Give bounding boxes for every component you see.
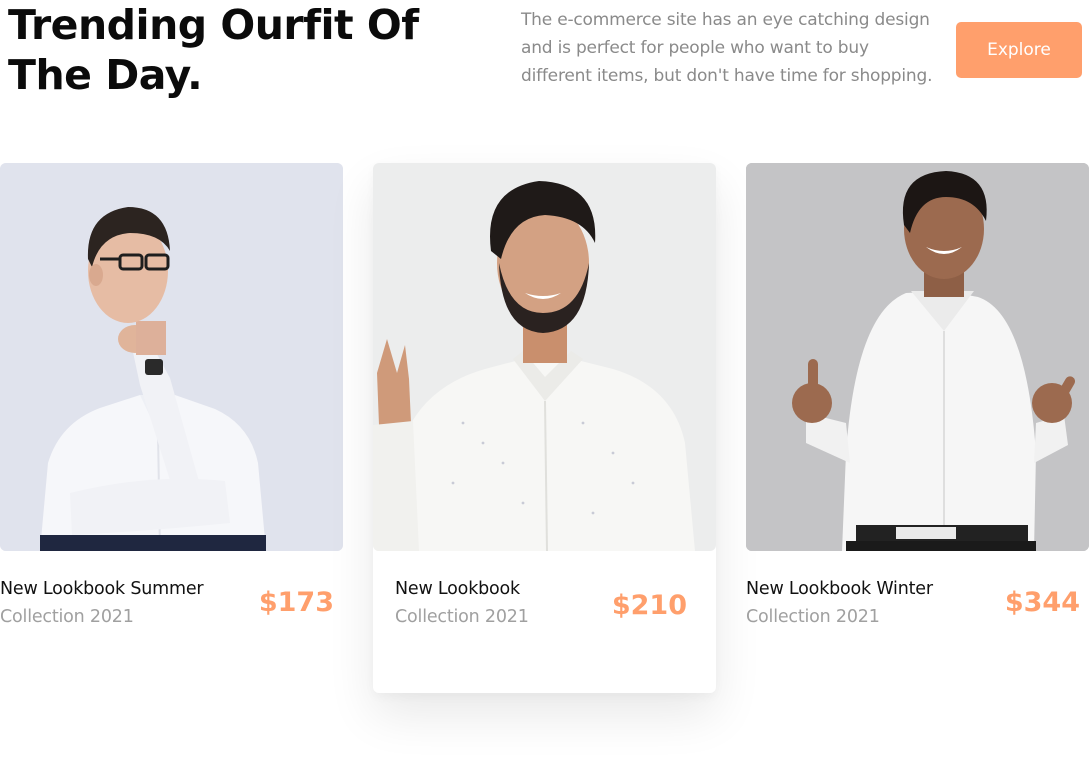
trending-section: Trending Ourfit Of The Day. The e-commer… bbox=[0, 0, 1089, 758]
product-title[interactable]: New Lookbook bbox=[395, 576, 520, 602]
product-price: $173 bbox=[258, 587, 334, 618]
section-description: The e-commerce site has an eye catching … bbox=[521, 10, 933, 86]
product-card-classic[interactable]: New Lookbook Collection 2021 $210 bbox=[373, 163, 716, 693]
product-image-man-waving[interactable] bbox=[373, 163, 716, 551]
product-subtitle: Collection 2021 bbox=[746, 607, 880, 627]
product-title[interactable]: New Lookbook Summer bbox=[0, 576, 204, 602]
product-price: $210 bbox=[611, 590, 687, 621]
product-subtitle: Collection 2021 bbox=[0, 607, 134, 627]
page-title-line-2: The Day. bbox=[8, 51, 203, 99]
product-subtitle: Collection 2021 bbox=[395, 607, 529, 627]
explore-button[interactable]: Explore bbox=[956, 22, 1082, 78]
product-image-man-thumbs-up[interactable] bbox=[746, 163, 1089, 551]
page-title-line-1: Trending Ourfit Of bbox=[8, 1, 419, 49]
product-title[interactable]: New Lookbook Winter bbox=[746, 576, 933, 602]
product-image-man-glasses-thinking[interactable] bbox=[0, 163, 343, 551]
product-price: $344 bbox=[1004, 587, 1080, 618]
page-title: Trending Ourfit Of The Day. bbox=[8, 0, 428, 100]
